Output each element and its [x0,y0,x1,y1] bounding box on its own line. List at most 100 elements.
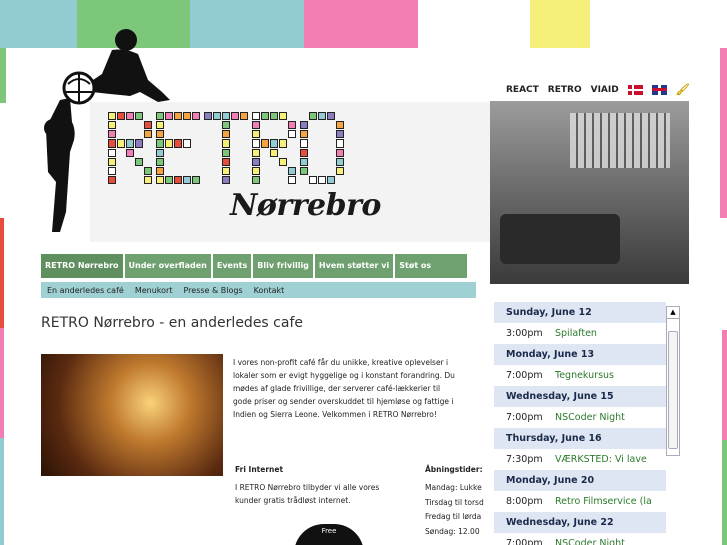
bg-band [720,48,727,218]
logo-tile [327,149,335,157]
logo-tile [309,139,317,147]
logo-tile [183,130,191,138]
event-title[interactable]: NSCoder Night [555,533,625,545]
logo-tile [270,112,278,121]
logo-tile [192,175,200,184]
event-title[interactable]: Spilaften [555,323,597,344]
submenu-item-menukort[interactable]: Menukort [135,286,173,295]
logo-tile [204,158,212,166]
event-title[interactable]: VÆRKSTED: Vi lave [555,449,647,470]
calendar-day: Monday, June 20 [494,470,666,491]
logo-tile [288,175,296,184]
menu-item-events[interactable]: Events [212,254,252,278]
logo-tile [309,149,317,157]
logo-tile [240,139,248,147]
logo-tile [309,167,317,175]
logo-tile [240,130,248,138]
calendar-event[interactable]: 7:30pm VÆRKSTED: Vi lave [494,449,666,470]
danish-flag-icon[interactable] [627,84,643,95]
bg-band [722,440,727,545]
logo-tile [318,158,326,166]
menu-item-retro-norrebro[interactable]: RETRO Nørrebro [41,254,123,278]
logo-letter [300,112,344,184]
sofa [500,214,620,264]
logo-tile [231,139,239,147]
menu-item-stot-os[interactable]: Støt os [395,254,468,278]
logo-tile [279,157,287,166]
logo-tile [309,112,317,121]
event-time: 8:00pm [506,496,543,507]
logo-tile [318,167,326,175]
logo-tile [231,121,239,129]
calendar-event[interactable]: 7:00pm NSCoder Night [494,533,666,545]
calendar-event[interactable]: 8:00pm Retro Filmservice (la [494,491,666,512]
logo-tile [213,158,221,166]
logo-tile [279,121,287,129]
opening-hours: Mandag: Lukke Tirsdag til torsd Fredag t… [425,481,489,539]
logo-tile [192,139,200,147]
logo-tile [222,166,230,175]
nav-link-retro[interactable]: RETRO [548,85,582,95]
calendar-day: Wednesday, June 15 [494,386,666,407]
scroll-thumb[interactable] [668,331,678,449]
logo-tile [183,139,191,148]
logo-tile [231,112,239,121]
logo-tile [261,112,269,121]
logo-tile [261,130,269,138]
event-title[interactable]: Tegnekursus [555,365,614,386]
submenu-item-kontakt[interactable]: Kontakt [254,286,285,295]
logo-tile [192,149,200,157]
logo-tile [240,149,248,157]
logo-tile [270,121,278,129]
logo-tile [318,121,326,129]
event-title[interactable]: Retro Filmservice (la [555,491,652,512]
logo-tile [279,167,287,175]
calendar-event[interactable]: 7:00pm Tegnekursus [494,365,666,386]
logo-tile [240,167,248,175]
event-title[interactable]: NSCoder Night [555,407,625,428]
menu-item-bliv-frivillig[interactable]: Bliv frivillig [253,254,313,278]
logo-tile [318,130,326,138]
logo-tile [336,130,344,139]
wall-frames [570,113,670,168]
calendar-event[interactable]: 3:00pm Spilaften [494,323,666,344]
logo-tile [252,121,260,130]
logo-tile [300,166,308,175]
logo-tile [231,176,239,184]
page-title: RETRO Nørrebro - en anderledes cafe [41,315,303,331]
logo-tile [222,112,230,121]
logo-tile [183,112,191,121]
calendar-scrollbar[interactable]: ▲ [666,306,680,456]
logo-tile [336,176,344,184]
submenu-item-anderledes-cafe[interactable]: En anderledes café [47,286,124,295]
logo-tile [288,139,296,147]
logo-tile [204,121,212,129]
logo-tile [279,176,287,184]
menu-item-under-overfladen[interactable]: Under overfladen [124,254,211,278]
logo-tile [204,149,212,157]
submenu-item-presse-blogs[interactable]: Presse & Blogs [183,286,242,295]
logo-tile [222,130,230,139]
logo-tile [270,148,278,157]
logo-tile [192,130,200,138]
cafe-room-photo [490,101,689,284]
scroll-up-icon[interactable]: ▲ [667,307,679,319]
logo-tile [336,139,344,148]
logo-tile [288,166,296,175]
calendar-event[interactable]: 7:00pm NSCoder Night [494,407,666,428]
logo-tile [336,121,344,130]
silhouette-illustration [44,29,170,232]
logo-tile [222,148,230,157]
wifi-text: I RETRO Nørrebro tilbyder vi alle vores … [235,483,380,505]
nav-link-react[interactable]: REACT [506,85,539,95]
bg-band [530,0,590,48]
paintbrush-icon[interactable]: 🖌 [676,83,690,96]
logo-tile [192,167,200,175]
nav-link-viaid[interactable]: VIAID [591,85,619,95]
logo-tile [252,148,260,157]
logo-tile [288,158,296,166]
logo-tile [204,112,212,121]
logo-tile [252,112,260,121]
uk-flag-icon[interactable] [651,84,667,95]
menu-item-hvem-stotter-vi[interactable]: Hvem støtter vi [314,254,394,278]
